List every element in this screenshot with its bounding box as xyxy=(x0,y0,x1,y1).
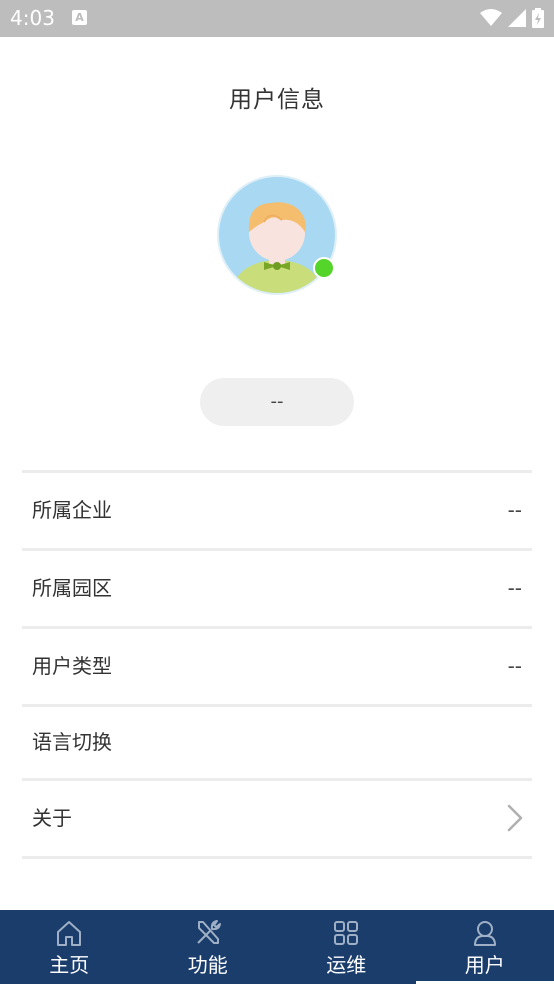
battery-icon xyxy=(532,8,544,28)
row-user-type-label: 用户类型 xyxy=(32,654,112,678)
user-name: -- xyxy=(200,378,354,426)
row-user-type[interactable]: 用户类型 -- xyxy=(22,629,532,704)
signal-icon xyxy=(508,9,526,27)
nav-label-functions: 功能 xyxy=(187,953,228,977)
online-status-dot xyxy=(313,257,335,279)
divider xyxy=(22,856,532,859)
status-time: 4:03 xyxy=(10,6,55,30)
nav-item-operations[interactable]: 运维 xyxy=(277,910,416,984)
wifi-icon xyxy=(480,9,502,26)
status-bar: 4:03 A xyxy=(0,0,554,37)
row-park-label: 所属园区 xyxy=(32,576,112,600)
row-company-label: 所属企业 xyxy=(32,498,112,522)
row-company[interactable]: 所属企业 -- xyxy=(22,473,532,548)
nav-item-functions[interactable]: 功能 xyxy=(139,910,278,984)
row-park[interactable]: 所属园区 -- xyxy=(22,551,532,626)
row-user-type-value: -- xyxy=(507,654,522,678)
nav-item-user[interactable]: 用户 xyxy=(415,910,554,984)
row-about-label: 关于 xyxy=(32,806,72,830)
nav-label-user: 用户 xyxy=(464,953,505,977)
info-list: 所属企业 -- 所属园区 -- 用户类型 -- 语言切换 关于 xyxy=(22,470,532,859)
app-screen: 4:03 A 用户信息 -- 所属企业 -- 所属园区 -- 用户类型 -- 语… xyxy=(0,0,554,984)
status-icons xyxy=(480,7,544,29)
nav-label-operations: 运维 xyxy=(326,953,367,977)
bottom-nav: 主页 功能 运维 用户 xyxy=(0,910,554,984)
row-about[interactable]: 关于 xyxy=(22,781,532,856)
nav-item-home[interactable]: 主页 xyxy=(0,910,139,984)
row-language-switch[interactable]: 语言切换 xyxy=(22,707,532,778)
tools-icon xyxy=(197,920,221,944)
grid-icon xyxy=(334,921,359,945)
row-company-value: -- xyxy=(507,498,522,522)
home-icon xyxy=(57,921,82,946)
notification-icon: A xyxy=(72,10,87,25)
page-title: 用户信息 xyxy=(229,87,325,113)
nav-label-home: 主页 xyxy=(49,953,90,977)
row-park-value: -- xyxy=(507,576,522,600)
user-icon xyxy=(473,921,496,946)
row-language-label: 语言切换 xyxy=(32,730,112,754)
chevron-right-icon xyxy=(507,804,523,832)
